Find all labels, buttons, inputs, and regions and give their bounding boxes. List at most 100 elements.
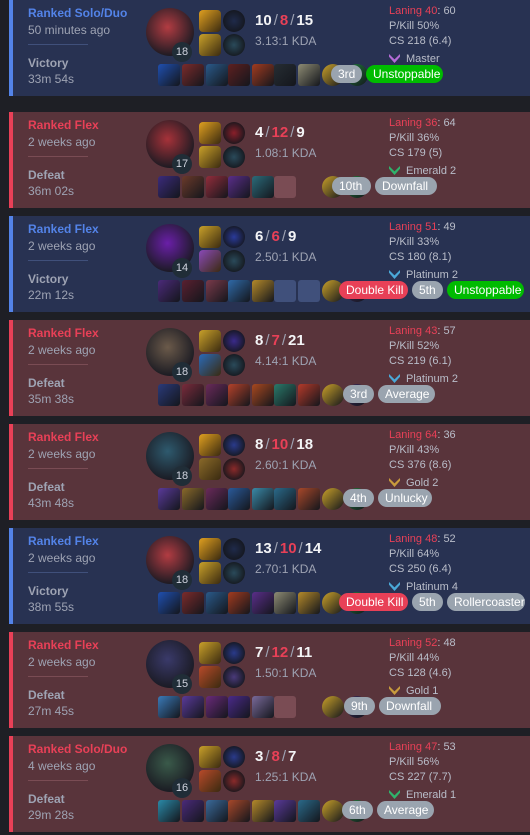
match-card[interactable]: Ranked Flex 2 weeks ago Defeat 35m 38s 18 8/7… (9, 320, 530, 416)
item-icon[interactable] (274, 280, 296, 302)
trinket-icon[interactable] (322, 800, 344, 822)
item-icon[interactable] (252, 592, 274, 614)
trinket-icon[interactable] (322, 488, 344, 510)
item-icon[interactable] (182, 592, 204, 614)
rune-icon[interactable] (223, 122, 245, 144)
item-icon[interactable] (298, 384, 320, 406)
item-icon[interactable] (228, 280, 250, 302)
item-icon[interactable] (252, 64, 274, 86)
item-icon[interactable] (228, 696, 250, 718)
summoner-spell-icon[interactable] (199, 226, 221, 248)
item-icon[interactable] (252, 696, 274, 718)
summoner-spell-icon[interactable] (199, 562, 221, 584)
item-icon[interactable] (182, 800, 204, 822)
trinket-icon[interactable] (322, 696, 344, 718)
item-icon[interactable] (228, 592, 250, 614)
item-icon[interactable] (158, 176, 180, 198)
rune-icon[interactable] (223, 642, 245, 664)
rune-icon[interactable] (223, 354, 245, 376)
item-icon[interactable] (252, 800, 274, 822)
item-icon[interactable] (252, 384, 274, 406)
rune-icon[interactable] (223, 458, 245, 480)
summoner-spell-icon[interactable] (199, 538, 221, 560)
item-icon[interactable] (274, 592, 296, 614)
item-icon[interactable] (274, 800, 296, 822)
item-icon[interactable] (206, 592, 228, 614)
rune-icon[interactable] (223, 10, 245, 32)
item-icon[interactable] (158, 488, 180, 510)
item-icon[interactable] (182, 280, 204, 302)
item-icon[interactable] (298, 800, 320, 822)
item-icon[interactable] (158, 384, 180, 406)
summoner-spell-icon[interactable] (199, 10, 221, 32)
summoner-spell-icon[interactable] (199, 458, 221, 480)
item-icon[interactable] (206, 800, 228, 822)
item-icon[interactable] (252, 176, 274, 198)
item-icon[interactable] (206, 384, 228, 406)
item-icon[interactable] (252, 280, 274, 302)
item-icon[interactable] (206, 696, 228, 718)
rune-icon[interactable] (223, 746, 245, 768)
match-card[interactable]: Ranked Flex 2 weeks ago Victory 22m 12s 14 6/… (9, 216, 530, 312)
item-icon[interactable] (182, 696, 204, 718)
item-icon[interactable] (274, 64, 296, 86)
match-card[interactable]: Ranked Flex 2 weeks ago Victory 38m 55s 18 13… (9, 528, 530, 624)
rune-icon[interactable] (223, 434, 245, 456)
rune-icon[interactable] (223, 34, 245, 56)
summoner-spell-icon[interactable] (199, 146, 221, 168)
match-card[interactable]: Ranked Flex 2 weeks ago Defeat 27m 45s 15 7/1… (9, 632, 530, 728)
item-icon[interactable] (206, 176, 228, 198)
rune-icon[interactable] (223, 562, 245, 584)
item-icon[interactable] (158, 696, 180, 718)
item-icon[interactable] (158, 280, 180, 302)
divider (28, 676, 88, 677)
rune-icon[interactable] (223, 146, 245, 168)
item-icon[interactable] (182, 384, 204, 406)
item-icon[interactable] (158, 64, 180, 86)
summoner-spell-icon[interactable] (199, 354, 221, 376)
item-icon[interactable] (228, 176, 250, 198)
item-icon[interactable] (206, 488, 228, 510)
rune-icon[interactable] (223, 666, 245, 688)
item-icon[interactable] (274, 176, 296, 198)
summoner-spell-icon[interactable] (199, 434, 221, 456)
item-icon[interactable] (206, 280, 228, 302)
match-card[interactable]: Ranked Flex 2 weeks ago Defeat 43m 48s 18 8/1… (9, 424, 530, 520)
item-icon[interactable] (158, 592, 180, 614)
item-icon[interactable] (274, 488, 296, 510)
item-icon[interactable] (298, 64, 320, 86)
summoner-spell-icon[interactable] (199, 666, 221, 688)
item-icon[interactable] (298, 592, 320, 614)
summoner-spell-icon[interactable] (199, 746, 221, 768)
summoner-spell-icon[interactable] (199, 330, 221, 352)
match-card[interactable]: Ranked Solo/Duo 4 weeks ago Defeat 29m 28s 1… (9, 736, 530, 832)
rune-icon[interactable] (223, 250, 245, 272)
item-icon[interactable] (182, 176, 204, 198)
item-icon[interactable] (206, 64, 228, 86)
item-icon[interactable] (274, 384, 296, 406)
item-icon[interactable] (158, 800, 180, 822)
item-icon[interactable] (228, 64, 250, 86)
kills: 8 (255, 436, 264, 453)
summoner-spell-icon[interactable] (199, 250, 221, 272)
item-icon[interactable] (298, 280, 320, 302)
item-icon[interactable] (182, 64, 204, 86)
item-icon[interactable] (298, 488, 320, 510)
match-card[interactable]: Ranked Flex 2 weeks ago Defeat 36m 02s 17 4/1… (9, 112, 530, 208)
rune-icon[interactable] (223, 770, 245, 792)
item-icon[interactable] (274, 696, 296, 718)
item-icon[interactable] (182, 488, 204, 510)
trinket-icon[interactable] (322, 384, 344, 406)
summoner-spell-icon[interactable] (199, 34, 221, 56)
match-card[interactable]: Ranked Solo/Duo 50 minutes ago Victory 33m … (9, 0, 530, 96)
summoner-spell-icon[interactable] (199, 642, 221, 664)
rune-icon[interactable] (223, 330, 245, 352)
rune-icon[interactable] (223, 226, 245, 248)
summoner-spell-icon[interactable] (199, 770, 221, 792)
summoner-spell-icon[interactable] (199, 122, 221, 144)
item-icon[interactable] (228, 384, 250, 406)
item-icon[interactable] (252, 488, 274, 510)
rune-icon[interactable] (223, 538, 245, 560)
item-icon[interactable] (228, 800, 250, 822)
item-icon[interactable] (228, 488, 250, 510)
